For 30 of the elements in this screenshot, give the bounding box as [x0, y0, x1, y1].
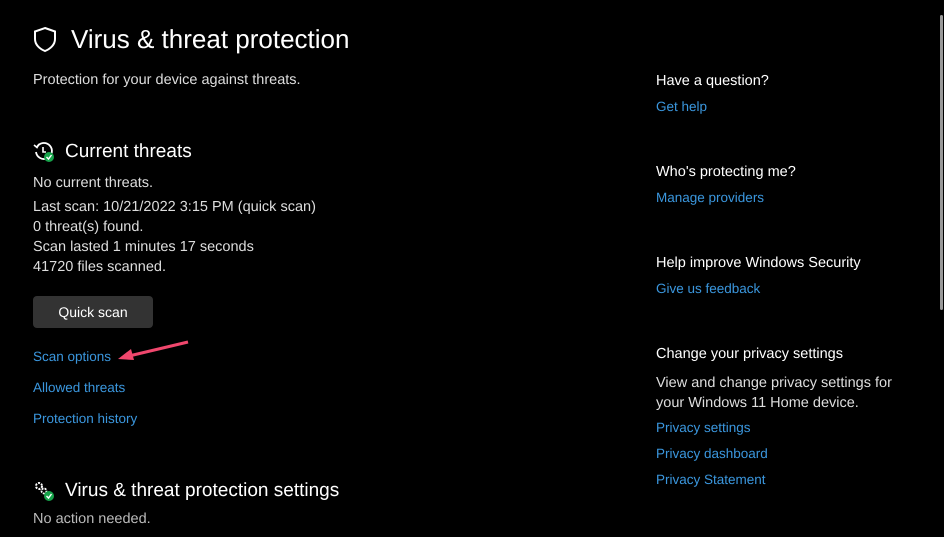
status-text: 0 threat(s) found.: [33, 218, 144, 237]
section-heading: Have a question?: [656, 72, 770, 90]
clock-check-icon: [33, 141, 55, 163]
scrollbar-thumb[interactable]: [940, 15, 943, 310]
link[interactable]: Privacy dashboard: [656, 445, 768, 463]
link[interactable]: Protection history: [33, 410, 138, 428]
gears-check-icon: [33, 480, 55, 502]
section-heading: Change your privacy settings: [656, 345, 844, 363]
link[interactable]: Privacy settings: [656, 419, 751, 437]
status-text: No current threats.: [33, 174, 154, 193]
link[interactable]: Manage providers: [656, 189, 764, 207]
status-text: 41720 files scanned.: [33, 258, 168, 277]
description-text: View and change privacy settings for your Windows 11 Home device.: [656, 374, 893, 413]
page-subtitle: Protection for your device against threats.: [33, 72, 302, 88]
shield-icon: [33, 26, 57, 52]
link[interactable]: Allowed threats: [33, 379, 126, 397]
annotation-arrow: [117, 340, 189, 362]
link[interactable]: Scan options: [33, 348, 112, 366]
link[interactable]: Privacy Statement: [656, 471, 766, 489]
section-heading: Who's protecting me?: [656, 163, 797, 181]
status-text: Last scan: 10/21/2022 3:15 PM (quick scan): [33, 198, 317, 217]
section-heading: Help improve Windows Security: [656, 254, 862, 272]
link[interactable]: Give us feedback: [656, 280, 760, 298]
status-text: Scan lasted 1 minutes 17 seconds: [33, 238, 255, 257]
page-title: Virus & threat protection: [71, 23, 350, 56]
status-text: No action needed.: [33, 511, 152, 527]
section-heading: Virus & threat protection settings: [65, 479, 340, 503]
quick-scan-button[interactable]: Quick scan: [33, 296, 153, 328]
section-heading: Current threats: [65, 140, 192, 164]
link[interactable]: Get help: [656, 98, 708, 116]
